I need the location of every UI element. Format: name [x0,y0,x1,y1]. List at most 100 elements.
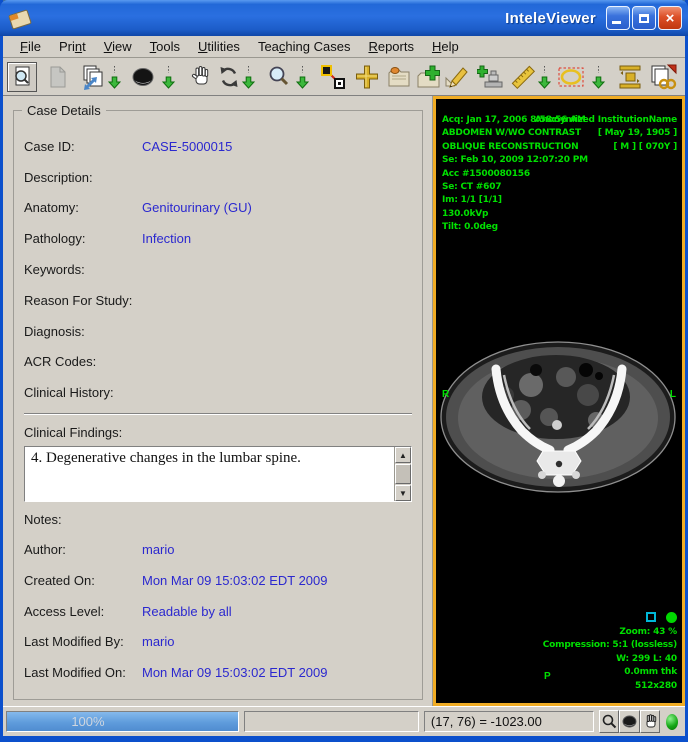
window-level-icon [130,64,156,90]
scroll-up-button[interactable]: ▲ [395,447,411,463]
menu-print[interactable]: Print [50,37,95,56]
field-anatomy: Anatomy: Genitourinary (GU) [14,193,422,224]
menu-view[interactable]: View [95,37,141,56]
status-bar: 100% (17, 76) = -1023.00 [3,706,685,736]
add-to-case-button[interactable] [415,62,443,92]
document-icon [45,65,69,89]
field-case-id: Case ID: CASE-5000015 [14,131,422,162]
preview-study-button[interactable] [7,62,37,92]
connection-led-icon [666,714,678,730]
document-button[interactable] [43,62,71,92]
magnifier-icon [601,713,618,730]
window-level-button[interactable] [129,62,157,92]
magnify-dropdown-button[interactable] [295,62,309,92]
reset-dropdown-button[interactable] [241,62,255,92]
folder-plus-icon [416,64,442,90]
cross-reference-button[interactable] [353,62,381,92]
overlay-indicators [646,612,677,623]
export-teaching-case-button[interactable] [477,62,505,92]
clinical-findings-textarea[interactable]: 4. Degenerative changes in the lumbar sp… [24,446,412,502]
clinical-findings-text[interactable]: 4. Degenerative changes in the lumbar sp… [25,447,394,501]
menu-utilities[interactable]: Utilities [189,37,249,56]
window-level-icon [621,713,638,730]
scrollbar[interactable]: ▲ ▼ [394,447,411,501]
square-indicator-icon[interactable] [646,612,656,622]
field-last-modified-on: Last Modified On: Mon Mar 09 15:03:02 ED… [14,657,422,688]
menu-teaching-cases[interactable]: Teaching Cases [249,37,360,56]
clinical-findings-label: Clinical Findings: [14,417,422,446]
chevron-down-icon [538,64,551,90]
ruler-dropdown-button[interactable] [537,62,551,92]
compare-studies-button[interactable] [617,62,645,92]
chevron-down-icon [108,64,121,90]
menu-tools[interactable]: Tools [141,37,189,56]
chevron-down-icon [296,64,309,90]
chevron-down-icon [242,64,255,90]
minimize-icon [612,21,621,24]
notes-label: Notes: [14,504,422,534]
ruler-icon [510,64,536,90]
menu-file[interactable]: File [11,37,50,56]
field-acr-codes: ACR Codes: [14,347,422,378]
stack-dropdown-button[interactable] [107,62,121,92]
main-area: Case Details Case ID: CASE-5000015 Descr… [3,96,685,706]
green-dot-indicator-icon [666,612,677,623]
ct-image[interactable] [436,325,682,520]
roi-ellipse-button[interactable] [557,62,585,92]
magnify-button[interactable] [265,62,293,92]
window-title: InteleViewer [505,10,596,27]
toolbar [3,58,685,96]
measure-button[interactable] [319,62,347,92]
status-pan-button[interactable] [640,710,661,733]
ruler-button[interactable] [509,62,537,92]
hand-icon [188,64,214,90]
menu-reports[interactable]: Reports [359,37,423,56]
scroll-thumb[interactable] [395,464,411,484]
reset-button[interactable] [215,62,243,92]
inteleviewer-window: InteleViewer × File Print View Tools Uti… [0,0,688,742]
field-created-on: Created On: Mon Mar 09 15:03:02 EDT 2009 [14,565,422,596]
divider [24,413,412,415]
close-button[interactable]: × [658,6,682,30]
minimize-button[interactable] [606,6,630,30]
pixel-value-readout: (17, 76) = -1023.00 [424,711,594,732]
scroll-down-button[interactable]: ▼ [395,485,411,501]
stamp-plus-icon [477,64,505,90]
image-viewport[interactable]: Acq: Jan 17, 2006 8:58:56 AM ABDOMEN W/W… [433,96,685,706]
roi-dropdown-button[interactable] [591,62,605,92]
refresh-icon [216,64,242,90]
status-message-panel [244,711,419,732]
stack-navigation-button[interactable] [79,62,107,92]
progress-bar: 100% [6,711,239,732]
link-series-icon [649,63,677,91]
field-keywords: Keywords: [14,254,422,285]
title-bar: InteleViewer × [0,0,688,36]
compare-studies-icon [617,63,645,91]
link-series-button[interactable] [649,62,677,92]
status-magnify-button[interactable] [599,710,620,733]
measurement-icon [320,64,346,90]
app-icon [8,9,32,29]
preview-document-icon [10,65,34,89]
hand-icon [642,713,659,730]
case-details-title: Case Details [22,103,106,118]
image-stack-icon [80,64,106,90]
maximize-button[interactable] [632,6,656,30]
status-window-level-button[interactable] [619,710,640,733]
field-description: Description: [14,162,422,193]
menu-help[interactable]: Help [423,37,468,56]
notes-folder-icon [386,64,412,90]
case-details-groupbox: Case Details Case ID: CASE-5000015 Descr… [13,110,423,700]
field-pathology: Pathology: Infection [14,223,422,254]
edit-case-button[interactable] [443,62,471,92]
connection-indicator [662,714,682,730]
close-icon: × [666,11,675,26]
ct-axial-pelvis-image [436,325,682,515]
field-clinical-history: Clinical History: [14,377,422,408]
pan-button[interactable] [187,62,215,92]
case-notes-button[interactable] [385,62,413,92]
magnifier-icon [266,64,292,90]
chevron-down-icon [162,64,175,90]
window-level-dropdown-button[interactable] [161,62,175,92]
field-last-modified-by: Last Modified By: mario [14,627,422,658]
